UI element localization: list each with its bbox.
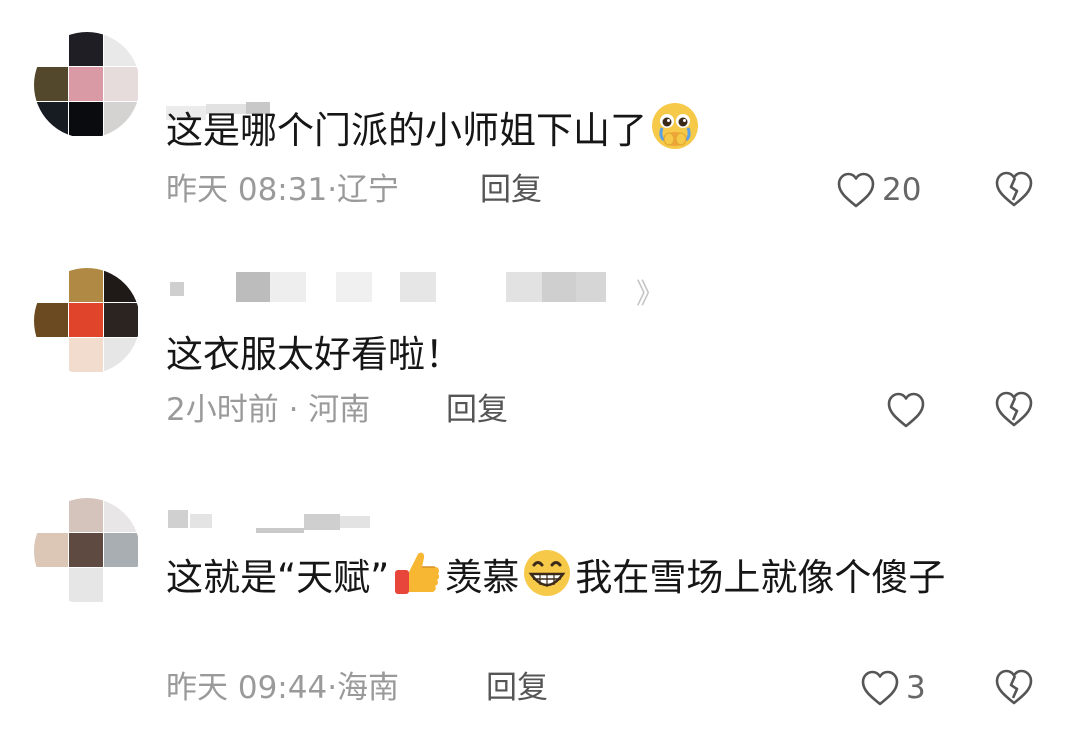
avatar-pixel xyxy=(104,268,138,302)
avatar-pixel xyxy=(34,102,68,136)
comment-text: 这是哪个门派的小师姐下山了 xyxy=(166,101,1036,158)
avatar-pixel xyxy=(34,498,68,532)
grinning-face-emoji-icon xyxy=(522,548,572,598)
reply-button[interactable]: 回复 xyxy=(480,170,542,210)
avatar-pixel xyxy=(34,568,68,602)
avatar-pixel xyxy=(104,338,138,372)
avatar-pixel xyxy=(69,338,103,372)
comment-region: 河南 xyxy=(308,392,371,428)
avatar-pixel xyxy=(104,533,138,567)
dislike-button[interactable] xyxy=(994,668,1034,708)
avatar-pixel xyxy=(69,568,103,602)
broken-heart-icon xyxy=(995,171,1033,207)
comment-region: 海南 xyxy=(337,670,400,706)
dislike-button[interactable] xyxy=(994,390,1034,430)
avatar-pixel xyxy=(69,498,103,532)
comment-meta: 2小时前 · 河南 xyxy=(166,390,370,430)
comment-meta: 昨天 08:31·辽宁 xyxy=(166,170,399,210)
chevron-right-icon[interactable]: 》 xyxy=(636,272,664,312)
reply-button[interactable]: 回复 xyxy=(446,390,508,430)
broken-heart-icon xyxy=(995,669,1033,705)
comment-time: 2小时前 · xyxy=(166,392,299,428)
avatar-pixel xyxy=(104,67,138,101)
avatar-pixel xyxy=(69,303,103,337)
comment-body-3: 我在雪场上就像个傻子 xyxy=(575,556,946,599)
avatar-pixel xyxy=(34,533,68,567)
avatar-pixel xyxy=(69,533,103,567)
avatar-pixel xyxy=(69,32,103,66)
avatar-pixel xyxy=(34,67,68,101)
thumbs-up-emoji-icon xyxy=(392,548,442,598)
comment-meta: 昨天 09:44·海南 xyxy=(166,668,399,708)
avatar[interactable] xyxy=(34,32,140,138)
comment-body-2: 羡慕 xyxy=(445,556,520,599)
avatar-pixel xyxy=(104,498,138,532)
comment-region: 辽宁 xyxy=(337,172,400,208)
comment-time: 昨天 08:31· xyxy=(166,172,338,208)
avatar-pixel xyxy=(69,102,103,136)
comment-body: 这衣服太好看啦！ xyxy=(166,333,462,376)
comment-body: 这是哪个门派的小师姐下山了 xyxy=(166,109,647,152)
heart-icon xyxy=(837,172,875,208)
comment-text: 这衣服太好看啦！ xyxy=(166,328,1036,382)
avatar-pixel xyxy=(34,32,68,66)
avatar-pixel xyxy=(34,338,68,372)
avatar[interactable] xyxy=(34,268,140,374)
avatar-pixel xyxy=(69,67,103,101)
avatar-pixel xyxy=(104,303,138,337)
like-button[interactable]: 3 xyxy=(860,668,926,708)
like-button[interactable] xyxy=(886,390,932,430)
like-button[interactable]: 20 xyxy=(836,170,921,210)
avatar-pixel xyxy=(104,568,138,602)
avatar-pixel xyxy=(34,303,68,337)
comment-time: 昨天 09:44· xyxy=(166,670,338,706)
dislike-button[interactable] xyxy=(994,170,1034,210)
avatar[interactable] xyxy=(34,498,140,604)
like-count: 3 xyxy=(906,670,926,706)
heart-icon xyxy=(887,392,925,428)
comment-text: 这就是“天赋” 羡慕 我在雪场上就像个傻子 xyxy=(166,548,1036,605)
comment-body: 这就是“天赋” xyxy=(166,556,390,599)
avatar-pixel xyxy=(104,102,138,136)
avatar-pixel xyxy=(104,32,138,66)
like-count: 20 xyxy=(882,172,922,208)
reply-button[interactable]: 回复 xyxy=(486,668,548,708)
pleading-crying-face-emoji-icon xyxy=(650,101,700,151)
heart-icon xyxy=(861,670,899,706)
avatar-pixel xyxy=(34,268,68,302)
avatar-pixel xyxy=(69,268,103,302)
broken-heart-icon xyxy=(995,391,1033,427)
